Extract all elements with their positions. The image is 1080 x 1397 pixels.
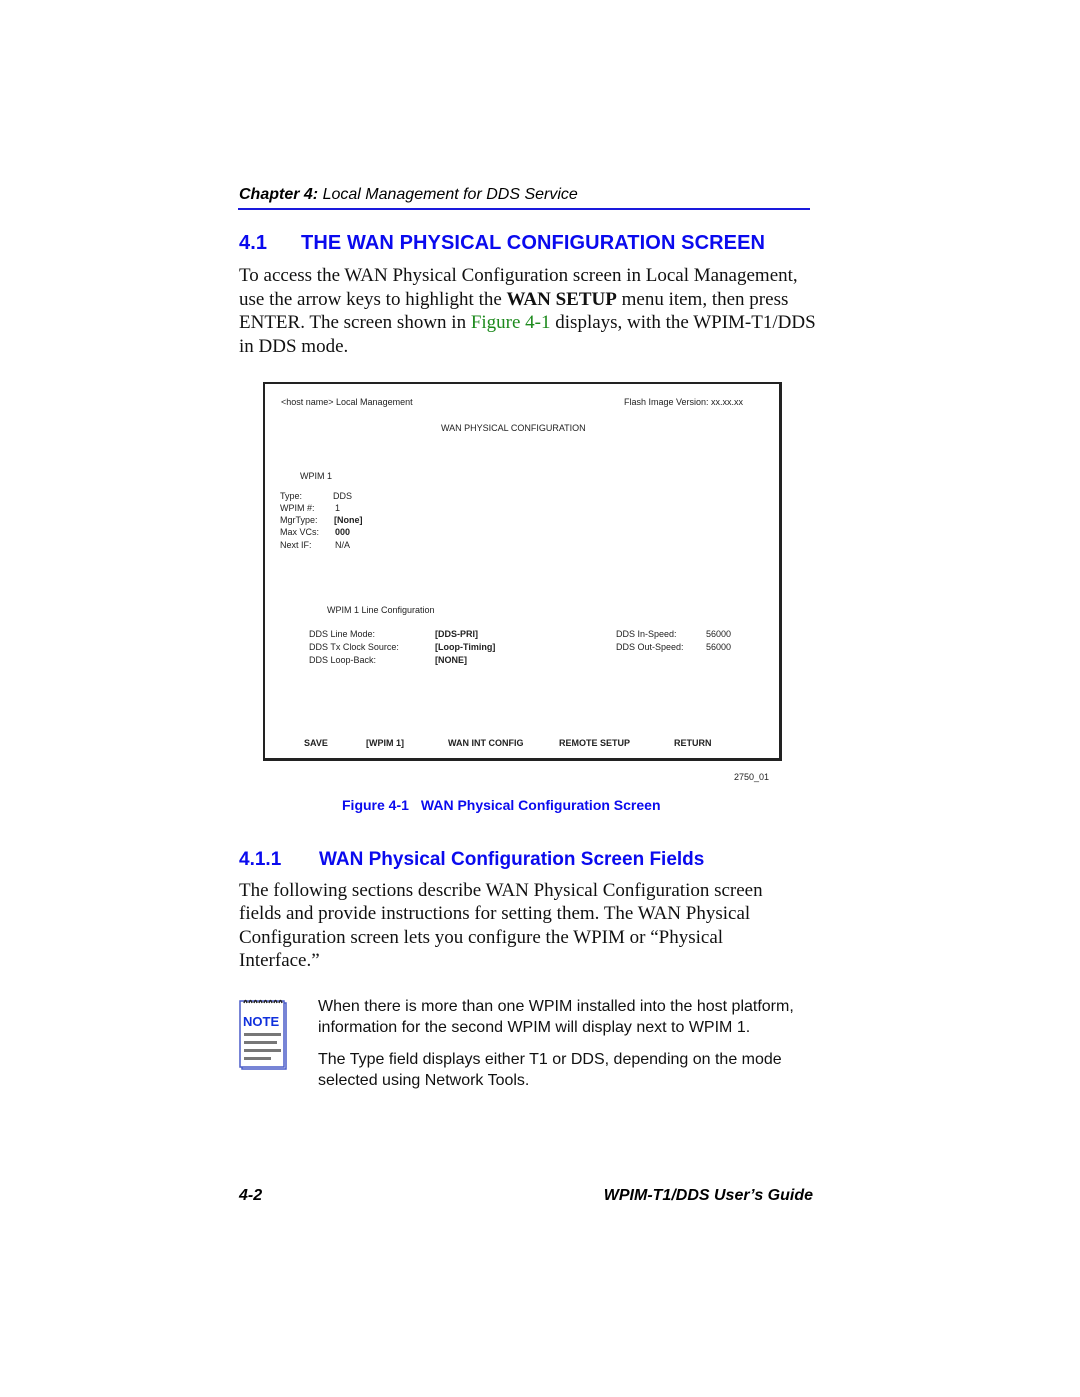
note-icon: NOTE	[239, 997, 289, 1072]
save-command[interactable]: SAVE	[304, 738, 328, 748]
speed-label: DDS In-Speed:	[616, 629, 677, 639]
note-paragraph: The Type field displays either T1 or DDS…	[318, 1051, 782, 1089]
field-value-mgrtype[interactable]: [None]	[334, 515, 363, 525]
page-number: 4-2	[239, 1187, 263, 1204]
figure-number: Figure 4-1	[342, 797, 409, 813]
line-field-label: DDS Tx Clock Source:	[309, 642, 399, 652]
screen-title: WAN PHYSICAL CONFIGURATION	[441, 423, 586, 433]
header-rule	[238, 208, 810, 210]
field-label: Next IF:	[280, 540, 312, 550]
field-label: Type:	[280, 491, 303, 501]
wpim-heading: WPIM 1	[300, 471, 333, 481]
loop-back-value[interactable]: [NONE]	[435, 655, 467, 665]
field-value-wpim-number: 1	[335, 503, 341, 513]
tx-clock-source-value[interactable]: [Loop-Timing]	[435, 642, 495, 652]
section-number: 4.1	[239, 232, 268, 254]
chapter-label: Chapter 4:	[239, 186, 319, 203]
line-mode-value[interactable]: [DDS-PRI]	[435, 629, 478, 639]
running-header: Chapter 4: Local Management for DDS Serv…	[239, 186, 578, 204]
intro-paragraph: To access the WAN Physical Configuration…	[239, 264, 819, 358]
note-text: When there is more than one WPIM install…	[318, 996, 808, 1102]
return-command[interactable]: RETURN	[674, 738, 712, 748]
figure-id: 2750_01	[734, 772, 770, 782]
field-value-next-if: N/A	[335, 540, 351, 550]
wan-int-config-command[interactable]: WAN INT CONFIG	[448, 738, 524, 748]
speed-label: DDS Out-Speed:	[616, 642, 684, 652]
figure-caption: Figure 4-1 WAN Physical Configuration Scr…	[342, 797, 661, 813]
wpim-select-command[interactable]: [WPIM 1]	[366, 738, 404, 748]
guide-title: WPIM-T1/DDS User’s Guide	[603, 1187, 813, 1204]
note-icon-label: NOTE	[243, 1014, 279, 1029]
subsection-number: 4.1.1	[239, 849, 282, 870]
host-label: <host name> Local Management	[281, 397, 413, 407]
section-heading: 4.1 THE WAN PHYSICAL CONFIGURATION SCREEN	[239, 232, 765, 255]
field-label: Max VCs:	[280, 527, 320, 537]
note-paragraph: When there is more than one WPIM install…	[318, 998, 794, 1036]
remote-setup-command[interactable]: REMOTE SETUP	[559, 738, 630, 748]
figure-screen-frame: <host name> Local Management Flash Image…	[263, 382, 782, 761]
line-field-label: DDS Loop-Back:	[309, 655, 377, 665]
flash-version: Flash Image Version: xx.xx.xx	[624, 397, 744, 407]
subsection-title: WAN Physical Configuration Screen Fields	[319, 849, 705, 870]
figure-title: WAN Physical Configuration Screen	[420, 797, 661, 813]
out-speed-value: 56000	[706, 642, 732, 652]
field-label: WPIM #:	[280, 503, 315, 513]
field-value-type: DDS	[333, 491, 353, 501]
subsection-paragraph: The following sections describe WAN Phys…	[239, 880, 763, 971]
menu-item-reference: WAN SETUP	[506, 288, 617, 310]
chapter-title: Local Management for DDS Service	[322, 186, 578, 203]
field-value-max-vcs[interactable]: 000	[335, 527, 350, 537]
section-title: THE WAN PHYSICAL CONFIGURATION SCREEN	[301, 232, 766, 254]
figure-link[interactable]: Figure 4-1	[471, 312, 551, 333]
line-config-heading: WPIM 1 Line Configuration	[327, 605, 435, 615]
field-label: MgrType:	[280, 515, 318, 525]
line-field-label: DDS Line Mode:	[309, 629, 376, 639]
subsection-heading: 4.1.1 WAN Physical Configuration Screen F…	[239, 849, 704, 871]
in-speed-value: 56000	[706, 629, 732, 639]
